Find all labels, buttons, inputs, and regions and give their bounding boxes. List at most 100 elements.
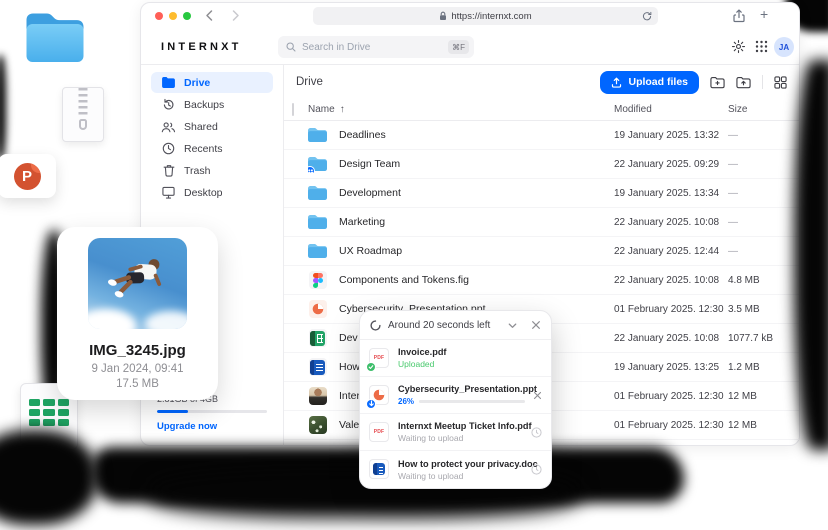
upload-folder-icon[interactable]	[736, 76, 751, 89]
column-name[interactable]: Name ↑	[308, 104, 614, 115]
file-size: 12 MB	[728, 420, 799, 431]
browser-chrome: https://internxt.com +	[141, 3, 799, 29]
upload-item: Cybersecurity_Presentation.ppt 26%	[360, 377, 551, 414]
zipper-pull	[79, 119, 87, 130]
image-preview-card: IMG_3245.jpg 9 Jan 2024, 09:41 17.5 MB	[57, 227, 218, 400]
zoom-window-button[interactable]	[183, 12, 191, 20]
grid-view-icon[interactable]	[774, 76, 787, 89]
upload-files-button[interactable]: Upload files	[600, 71, 699, 94]
upload-item: PDFInvoice.pdfUploaded	[360, 340, 551, 377]
sidebar-item-label: Backups	[184, 99, 224, 111]
shared-folder-icon	[308, 155, 327, 173]
file-modified: 22 January 2025. 10:08	[614, 217, 728, 228]
folder-icon	[308, 242, 327, 260]
shared-badge-icon	[308, 166, 315, 173]
table-row[interactable]: Components and Tokens.fig22 January 2025…	[284, 266, 799, 295]
app-header: INTERNXT Search in Drive ⌘F JA	[141, 29, 799, 65]
spinner-icon	[370, 320, 381, 331]
sidebar-item-backups[interactable]: Backups	[151, 94, 273, 115]
powerpoint-file-icon	[308, 300, 327, 318]
table-row[interactable]: Deadlines19 January 2025. 13:32—	[284, 121, 799, 150]
upload-progress-percent: 26%	[398, 397, 414, 406]
trash-icon	[161, 164, 176, 177]
reload-icon[interactable]	[642, 11, 652, 21]
waiting-clock-icon	[531, 464, 542, 475]
table-row[interactable]: Development19 January 2025. 13:34—	[284, 179, 799, 208]
traffic-lights	[155, 12, 191, 20]
sort-arrow: ↑	[340, 104, 345, 115]
table-row[interactable]: Marketing22 January 2025. 10:08—	[284, 208, 799, 237]
upload-item: How to protect your privacy.docWaiting t…	[360, 451, 551, 488]
forward-icon[interactable]	[229, 9, 242, 22]
file-size: 1.2 MB	[728, 362, 799, 373]
file-name: Marketing	[339, 216, 385, 228]
select-all-checkbox[interactable]	[292, 103, 294, 116]
search-input[interactable]: Search in Drive ⌘F	[278, 36, 474, 58]
file-modified: 22 January 2025. 10:08	[614, 333, 728, 344]
shared-users-icon	[161, 121, 176, 133]
file-name: Deadlines	[339, 129, 386, 141]
sidebar-item-trash[interactable]: Trash	[151, 160, 273, 181]
column-modified[interactable]: Modified	[614, 104, 728, 115]
folder-icon	[308, 184, 327, 202]
search-icon	[286, 42, 296, 52]
storage-progress-track	[157, 410, 267, 413]
new-tab-icon[interactable]: +	[760, 8, 768, 21]
apps-grid-icon[interactable]	[755, 40, 768, 53]
upload-item-name: Cybersecurity_Presentation.ppt	[398, 384, 525, 394]
popup-header: Around 20 seconds left	[360, 311, 551, 340]
file-modified: 19 January 2025. 13:34	[614, 188, 728, 199]
desktop-monitor-icon	[161, 186, 176, 199]
toolbar-divider	[762, 75, 763, 89]
url-text: https://internxt.com	[451, 11, 531, 22]
ink-splatter	[0, 55, 6, 160]
desktop-folder-icon	[25, 12, 85, 68]
file-size: 1077.7 kB	[728, 333, 799, 344]
back-icon[interactable]	[203, 9, 216, 22]
sky-jump-photo	[88, 238, 187, 329]
cancel-upload-icon[interactable]	[533, 391, 542, 400]
minimize-window-button[interactable]	[169, 12, 177, 20]
upload-status: Waiting to upload	[398, 471, 523, 481]
table-row[interactable]: Design Team22 January 2025. 09:29—	[284, 150, 799, 179]
preview-filename: IMG_3245.jpg	[57, 342, 218, 359]
preview-date: 9 Jan 2024, 09:41	[57, 363, 218, 375]
word-file-icon	[308, 358, 327, 376]
new-folder-icon[interactable]	[710, 76, 725, 89]
file-modified: 19 January 2025. 13:32	[614, 130, 728, 141]
close-icon[interactable]	[531, 320, 541, 330]
upload-status: Uploaded	[398, 359, 534, 369]
folder-icon	[308, 213, 327, 231]
sidebar-item-shared[interactable]: Shared	[151, 116, 273, 137]
upgrade-link[interactable]: Upgrade now	[157, 421, 267, 432]
table-header: Name ↑ Modified Size	[284, 99, 799, 121]
sidebar-item-label: Drive	[184, 77, 210, 89]
column-size[interactable]: Size	[728, 104, 799, 115]
upload-icon	[611, 77, 622, 88]
popup-status-text: Around 20 seconds left	[388, 320, 500, 331]
upload-popup-list: PDFInvoice.pdfUploadedCybersecurity_Pres…	[360, 340, 551, 488]
file-modified: 01 February 2025. 12:30	[614, 304, 728, 315]
sidebar-item-label: Desktop	[184, 187, 223, 199]
ink-splatter	[794, 60, 828, 450]
ink-splatter	[0, 430, 97, 525]
sidebar-item-desktop[interactable]: Desktop	[151, 182, 273, 203]
ppt-file-icon	[369, 385, 390, 406]
sidebar-item-recents[interactable]: Recents	[151, 138, 273, 159]
address-bar[interactable]: https://internxt.com	[313, 7, 658, 25]
sidebar-item-label: Recents	[184, 143, 223, 155]
sidebar-item-label: Shared	[184, 121, 218, 133]
table-row[interactable]: UX Roadmap22 January 2025. 12:44—	[284, 237, 799, 266]
close-window-button[interactable]	[155, 12, 163, 20]
avatar[interactable]: JA	[774, 37, 794, 57]
breadcrumb: Drive	[296, 76, 323, 88]
recents-clock-icon	[161, 142, 176, 155]
sidebar-item-drive[interactable]: Drive	[151, 72, 273, 93]
settings-gear-icon[interactable]	[731, 39, 746, 54]
chevron-down-icon[interactable]	[507, 320, 518, 331]
excel-file-icon	[308, 329, 327, 347]
file-size: 3.5 MB	[728, 304, 799, 315]
search-shortcut-badge: ⌘F	[448, 40, 469, 54]
storage-progress-fill	[157, 410, 188, 413]
share-icon[interactable]	[733, 9, 745, 23]
